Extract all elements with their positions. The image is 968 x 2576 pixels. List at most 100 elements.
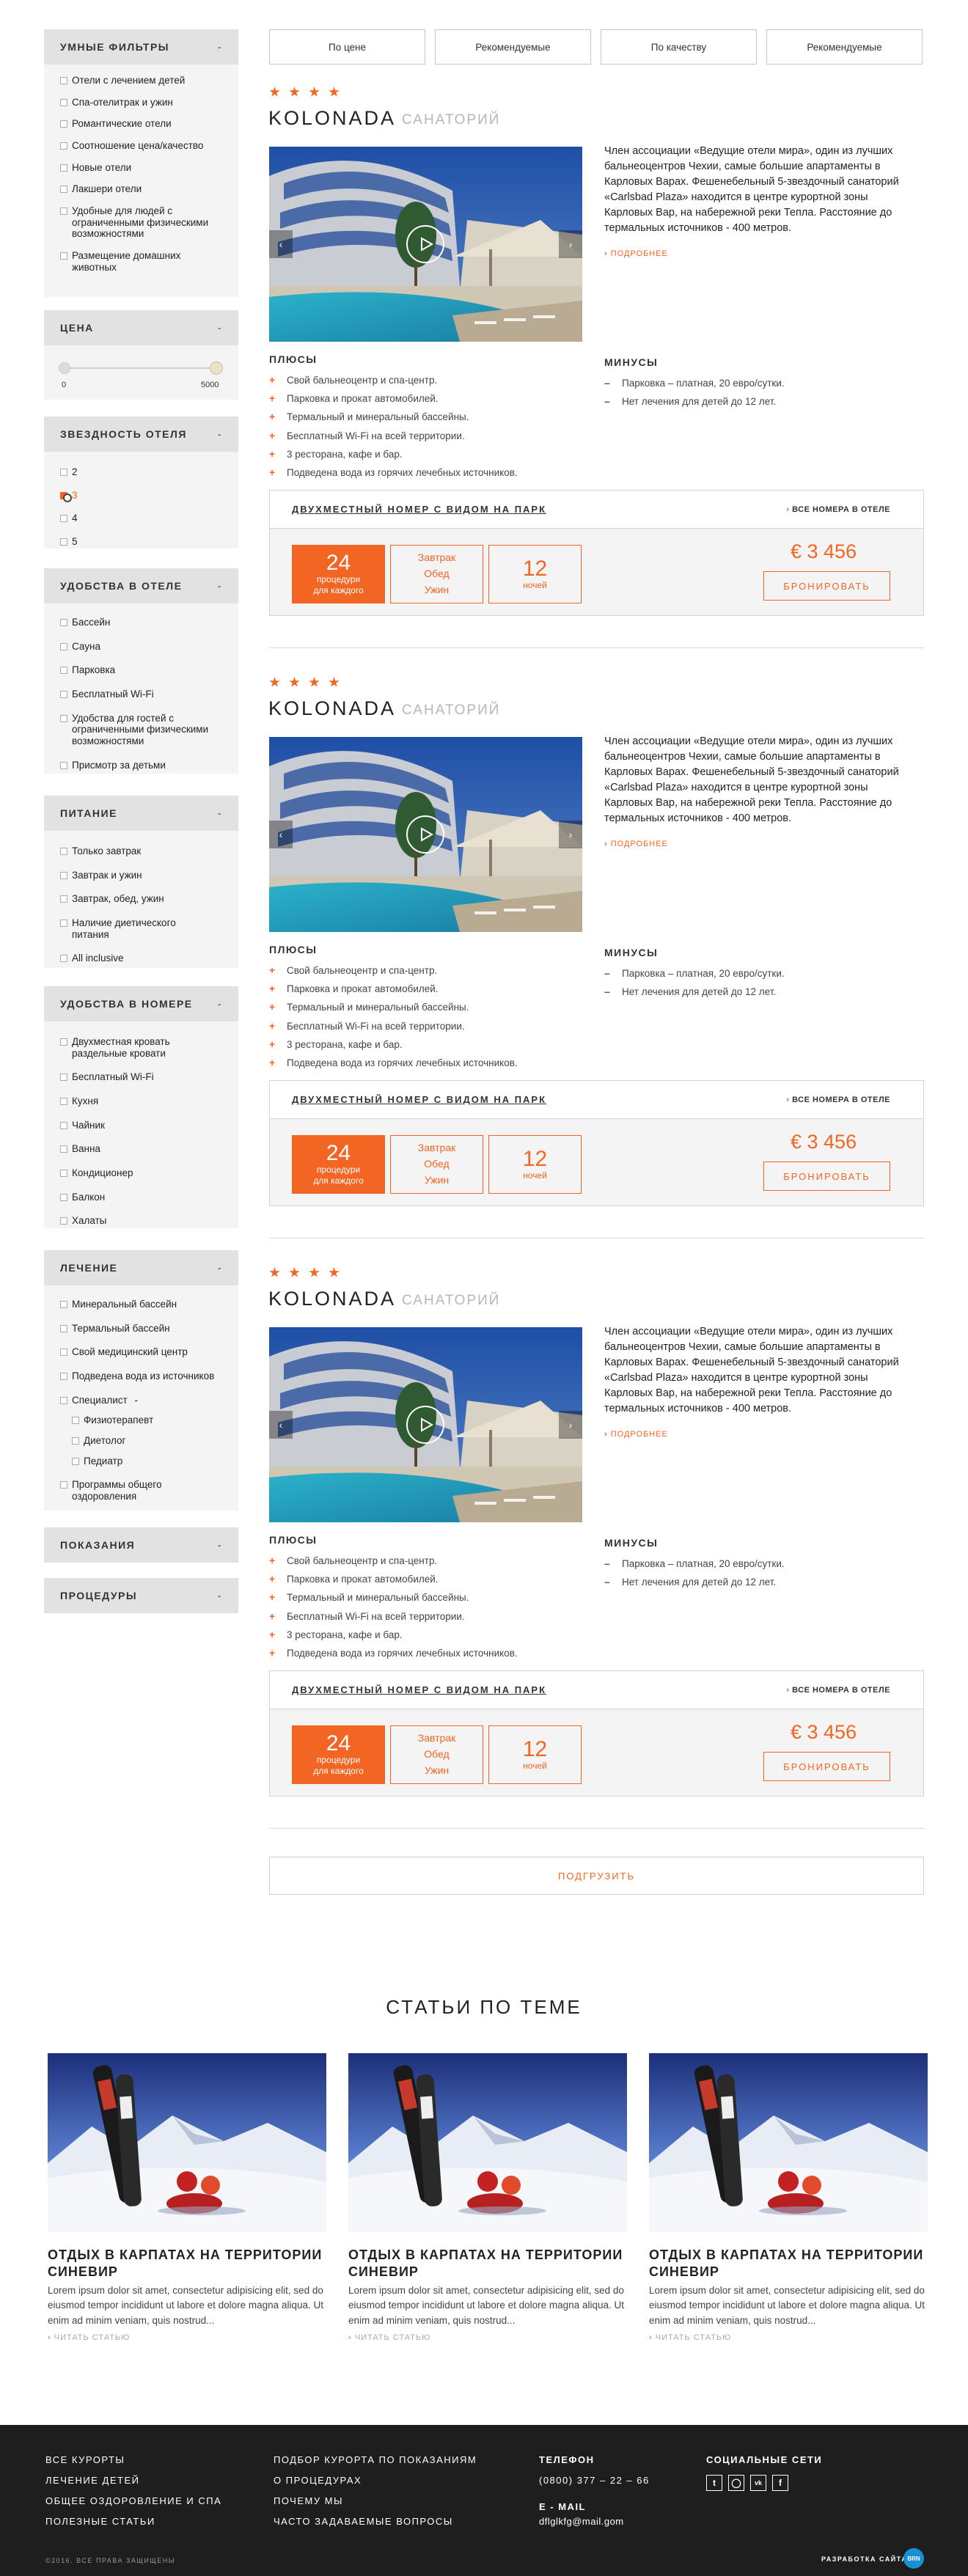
- photo-prev-arrow[interactable]: ‹: [269, 230, 293, 258]
- email-address[interactable]: dflglkfg@mail.gom: [539, 2516, 624, 2527]
- hotel-card: KOLONADA САНАТОРИЙ ‹ › Член ассоциации «…: [0, 1181, 968, 1797]
- photo-next-arrow[interactable]: ›: [559, 1411, 582, 1439]
- hotel-description: Член ассоциации «Ведущие отели мира», од…: [604, 735, 899, 825]
- pros-item: Парковка и прокат автомобилей.: [269, 983, 518, 995]
- article-title[interactable]: ОТДЫХ В КАРПАТАХ НА ТЕРРИТОРИИ СИНЕВИР: [649, 2247, 928, 2280]
- play-icon[interactable]: [406, 815, 444, 854]
- play-icon[interactable]: [406, 1406, 444, 1444]
- twitter-icon[interactable]: t: [706, 2475, 722, 2491]
- hotel-more-link[interactable]: ПОДРОБНЕЕ: [604, 249, 668, 258]
- hotel-photo[interactable]: ‹ ›: [269, 737, 582, 932]
- pros-list: Свой бальнеоцентр и спа-центр. Парковка …: [269, 374, 518, 485]
- hotel-photo[interactable]: ‹ ›: [269, 1327, 582, 1522]
- footer-link[interactable]: ПОЧЕМУ МЫ: [274, 2495, 343, 2506]
- card-divider: [269, 1828, 924, 1829]
- facebook-icon[interactable]: f: [772, 2475, 788, 2491]
- all-rooms-link[interactable]: ВСЕ НОМЕРА В ОТЕЛЕ: [786, 505, 890, 514]
- footer: ВСЕ КУРОРТЫ ЛЕЧЕНИЕ ДЕТЕЙ ОБЩЕЕ ОЗДОРОВЛ…: [0, 2425, 968, 2576]
- pros-title: ПЛЮСЫ: [269, 1534, 318, 1546]
- card-divider: [269, 1238, 924, 1239]
- article-title[interactable]: ОТДЫХ В КАРПАТАХ НА ТЕРРИТОРИИ СИНЕВИР: [48, 2247, 326, 2280]
- room-offer-title[interactable]: ДВУХМЕСТНЫЙ НОМЕР С ВИДОМ НА ПАРК: [292, 504, 546, 515]
- book-button[interactable]: БРОНИРОВАТЬ: [763, 1752, 890, 1781]
- pros-item: Термальный и минеральный бассейны.: [269, 411, 518, 423]
- photo-next-arrow[interactable]: ›: [559, 230, 582, 258]
- star-icon: [269, 1267, 280, 1277]
- cons-item: Нет лечения для детей до 12 лет.: [604, 1576, 785, 1588]
- room-offer: ДВУХМЕСТНЫЙ НОМЕР С ВИДОМ НА ПАРК ВСЕ НО…: [269, 1670, 924, 1797]
- hotel-photo[interactable]: ‹ ›: [269, 147, 582, 342]
- room-offer-title[interactable]: ДВУХМЕСТНЫЙ НОМЕР С ВИДОМ НА ПАРК: [292, 1094, 546, 1105]
- hotel-card: KOLONADA САНАТОРИЙ ‹ › Член ассоциации «…: [0, 0, 968, 616]
- hotel-type: САНАТОРИЙ: [402, 702, 501, 718]
- footer-link[interactable]: О ПРОЦЕДУРАХ: [274, 2475, 362, 2486]
- footer-link[interactable]: ОБЩЕЕ ОЗДОРОВЛЕНИЕ И СПА: [45, 2495, 221, 2506]
- play-icon[interactable]: [406, 225, 444, 263]
- article-text: Lorem ipsum dolor sit amet, consectetur …: [649, 2285, 925, 2326]
- offer-price: € 3 456: [791, 1721, 857, 1743]
- article-image[interactable]: [649, 2053, 928, 2232]
- pros-item: Подведена вода из горячих лечебных источ…: [269, 1057, 518, 1069]
- article-read-link[interactable]: ЧИТАТЬ СТАТЬЮ: [649, 2333, 731, 2342]
- instagram-icon[interactable]: ◯: [728, 2475, 744, 2491]
- hotel-more-link[interactable]: ПОДРОБНЕЕ: [604, 840, 668, 848]
- hotel-stars: [269, 87, 340, 98]
- pros-item: Бесплатный Wi-Fi на всей территории.: [269, 430, 518, 442]
- procedures-box: 24 процедури для каждого: [292, 1725, 385, 1784]
- social-title: СОЦИАЛЬНЫЕ СЕТИ: [706, 2454, 823, 2465]
- hotel-description: Член ассоциации «Ведущие отели мира», од…: [604, 1326, 899, 1415]
- cons-list: Парковка – платная, 20 евро/сутки. Нет л…: [604, 1557, 785, 1595]
- star-icon: [269, 87, 280, 97]
- pros-list: Свой бальнеоцентр и спа-центр. Парковка …: [269, 1555, 518, 1666]
- nights-box: 12 ночей: [488, 1725, 582, 1784]
- phone-number[interactable]: (0800) 377 – 22 – 66: [539, 2475, 650, 2486]
- pros-item: Бесплатный Wi-Fi на всей территории.: [269, 1020, 518, 1032]
- hotel-name[interactable]: KOLONADA: [268, 1288, 396, 1310]
- pros-item: Термальный и минеральный бассейны.: [269, 1591, 518, 1604]
- photo-next-arrow[interactable]: ›: [559, 821, 582, 848]
- article-title[interactable]: ОТДЫХ В КАРПАТАХ НА ТЕРРИТОРИИ СИНЕВИР: [348, 2247, 627, 2280]
- article-text: Lorem ipsum dolor sit amet, consectetur …: [48, 2285, 323, 2326]
- hotel-stars: [269, 677, 340, 688]
- offer-price: € 3 456: [791, 1131, 857, 1153]
- footer-link[interactable]: ЧАСТО ЗАДАВАЕМЫЕ ВОПРОСЫ: [274, 2516, 453, 2527]
- footer-link[interactable]: ПОЛЕЗНЫЕ СТАТЬИ: [45, 2516, 155, 2527]
- hotel-type: САНАТОРИЙ: [402, 112, 501, 128]
- all-rooms-link[interactable]: ВСЕ НОМЕРА В ОТЕЛЕ: [786, 1686, 890, 1695]
- pros-item: Свой бальнеоцентр и спа-центр.: [269, 1555, 518, 1567]
- footer-link[interactable]: ПОДБОР КУРОРТА ПО ПОКАЗАНИЯМ: [274, 2454, 477, 2465]
- pros-item: 3 ресторана, кафе и бар.: [269, 1038, 518, 1051]
- article-image[interactable]: [48, 2053, 326, 2232]
- star-icon: [329, 87, 340, 97]
- footer-link[interactable]: ЛЕЧЕНИЕ ДЕТЕЙ: [45, 2475, 139, 2486]
- cons-title: МИНУСЫ: [604, 356, 659, 368]
- cons-list: Парковка – платная, 20 евро/сутки. Нет л…: [604, 967, 785, 1005]
- pros-item: 3 ресторана, кафе и бар.: [269, 448, 518, 460]
- article-image-picture: [48, 2053, 326, 2232]
- developer-label: РАЗРАБОТКА САЙТА: [821, 2555, 908, 2563]
- all-rooms-link[interactable]: ВСЕ НОМЕРА В ОТЕЛЕ: [786, 1096, 890, 1104]
- phone-title: ТЕЛЕФОН: [539, 2454, 595, 2465]
- hotel-card: KOLONADA САНАТОРИЙ ‹ › Член ассоциации «…: [0, 590, 968, 1206]
- pros-item: Парковка и прокат автомобилей.: [269, 392, 518, 405]
- load-more-button[interactable]: ПОДГРУЗИТЬ: [269, 1857, 924, 1895]
- pros-item: Свой бальнеоцентр и спа-центр.: [269, 964, 518, 977]
- hotel-name[interactable]: KOLONADA: [268, 107, 396, 130]
- photo-prev-arrow[interactable]: ‹: [269, 1411, 293, 1439]
- article-read-link[interactable]: ЧИТАТЬ СТАТЬЮ: [348, 2333, 430, 2342]
- cons-item: Нет лечения для детей до 12 лет.: [604, 395, 785, 408]
- developer-logo-icon[interactable]: BRN: [903, 2548, 924, 2569]
- star-icon: [309, 677, 320, 687]
- article-image-picture: [649, 2053, 928, 2232]
- hotel-name[interactable]: KOLONADA: [268, 697, 396, 720]
- article-image[interactable]: [348, 2053, 627, 2232]
- footer-link[interactable]: ВСЕ КУРОРТЫ: [45, 2454, 125, 2465]
- hotel-description: Член ассоциации «Ведущие отели мира», од…: [604, 145, 899, 235]
- photo-prev-arrow[interactable]: ‹: [269, 821, 293, 848]
- article-read-link[interactable]: ЧИТАТЬ СТАТЬЮ: [48, 2333, 130, 2342]
- hotel-more-link[interactable]: ПОДРОБНЕЕ: [604, 1430, 668, 1439]
- cons-item: Парковка – платная, 20 евро/сутки.: [604, 967, 785, 980]
- room-offer-title[interactable]: ДВУХМЕСТНЫЙ НОМЕР С ВИДОМ НА ПАРК: [292, 1684, 546, 1695]
- pros-item: Подведена вода из горячих лечебных источ…: [269, 466, 518, 479]
- vk-icon[interactable]: vk: [750, 2475, 766, 2491]
